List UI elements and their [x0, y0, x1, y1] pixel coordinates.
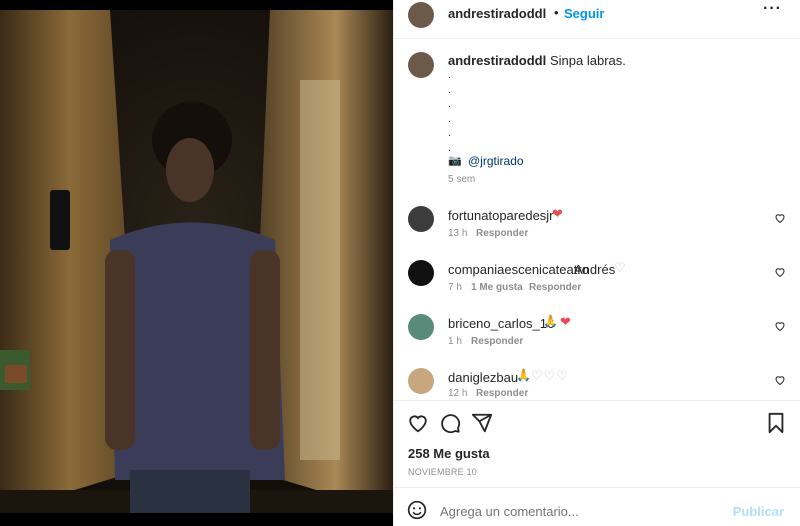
red-heart-emoji-icon: ❤	[552, 206, 563, 221]
post-photo-area	[0, 0, 393, 526]
comment-composer: Publicar	[394, 496, 800, 526]
caption-dot: .	[448, 127, 452, 139]
comment-text: Andrés	[574, 262, 616, 277]
comment-item: companiaescenicateatro Andrés ♡ 7 h 1 Me…	[394, 258, 800, 308]
comment-avatar[interactable]	[408, 314, 434, 340]
comment-input[interactable]	[438, 500, 722, 522]
comment-item: briceno_carlos_16 🙏 ❤ 1 h Responder	[394, 312, 800, 362]
comment-time: 12 h	[448, 388, 468, 399]
reply-button[interactable]: Responder	[471, 336, 523, 347]
white-heart-emoji-icon: ♡♡♡	[531, 368, 569, 383]
photo-image	[0, 10, 393, 513]
comment-like-icon[interactable]	[774, 374, 786, 386]
red-heart-emoji-icon: ❤	[560, 314, 571, 329]
caption-dot: .	[448, 83, 452, 96]
actions-divider	[394, 400, 800, 401]
comment-username[interactable]: daniglezbau	[448, 370, 518, 385]
comment-likes[interactable]: 1 Me gusta	[471, 282, 523, 293]
comment-icon[interactable]	[439, 412, 461, 434]
comment-username[interactable]: fortunatoparedesjr	[448, 208, 554, 223]
comment-avatar[interactable]	[408, 368, 434, 394]
comment-time: 7 h	[448, 282, 462, 293]
dot-separator: •	[554, 5, 559, 20]
praying-emoji-icon: 🙏	[543, 314, 558, 328]
share-icon[interactable]	[471, 412, 493, 434]
comment-like-icon[interactable]	[774, 266, 786, 278]
action-bar	[394, 410, 800, 438]
post-sidebar: andrestiradoddl • Seguir ··· andrestirad…	[393, 0, 800, 526]
post-date: NOVIEMBRE 10	[408, 467, 477, 477]
caption-dot: .	[448, 141, 452, 154]
like-count[interactable]: 258 Me gusta	[408, 446, 490, 461]
caption-dot: .	[448, 98, 452, 110]
heart-icon[interactable]	[407, 412, 429, 434]
author-avatar[interactable]	[408, 2, 434, 28]
comment-time: 1 h	[448, 336, 462, 347]
author-username[interactable]: andrestiradoddl	[448, 6, 546, 21]
publish-button[interactable]: Publicar	[733, 504, 784, 519]
header-divider	[394, 38, 800, 39]
comment-like-icon[interactable]	[774, 212, 786, 224]
comment-avatar[interactable]	[408, 260, 434, 286]
caption-time: 5 sem	[448, 174, 476, 185]
comment-like-icon[interactable]	[774, 320, 786, 332]
comment-username[interactable]: companiaescenicateatro	[448, 262, 589, 277]
follow-button[interactable]: Seguir	[564, 6, 604, 21]
composer-divider	[394, 487, 800, 488]
caption-dots: . . . . . .	[448, 68, 451, 155]
mention-link[interactable]: @jrgtirado	[468, 154, 524, 168]
reply-button[interactable]: Responder	[476, 388, 528, 399]
post-photo[interactable]	[0, 10, 393, 513]
comment-avatar[interactable]	[408, 206, 434, 232]
caption-avatar[interactable]	[408, 52, 434, 78]
post-header: andrestiradoddl • Seguir ···	[394, 0, 800, 32]
caption-dot: .	[448, 69, 452, 81]
praying-emoji-icon: 🙏	[516, 368, 531, 382]
comment-time: 13 h	[448, 228, 468, 239]
white-heart-emoji-icon: ♡	[614, 260, 626, 275]
caption-username[interactable]: andrestiradoddl	[448, 53, 546, 68]
more-icon[interactable]: ···	[763, 0, 782, 18]
reply-button[interactable]: Responder	[476, 228, 528, 239]
caption-dot: .	[448, 112, 452, 125]
reply-button[interactable]: Responder	[529, 282, 581, 293]
emoji-icon[interactable]	[407, 500, 427, 520]
caption-text: Sinpa labras.	[550, 53, 626, 68]
camera-emoji-icon: 📷	[448, 155, 462, 167]
comment-item: fortunatoparedesjr ❤ 13 h Responder	[394, 204, 800, 254]
comment-username[interactable]: briceno_carlos_16	[448, 316, 554, 331]
bookmark-icon[interactable]	[766, 412, 786, 434]
